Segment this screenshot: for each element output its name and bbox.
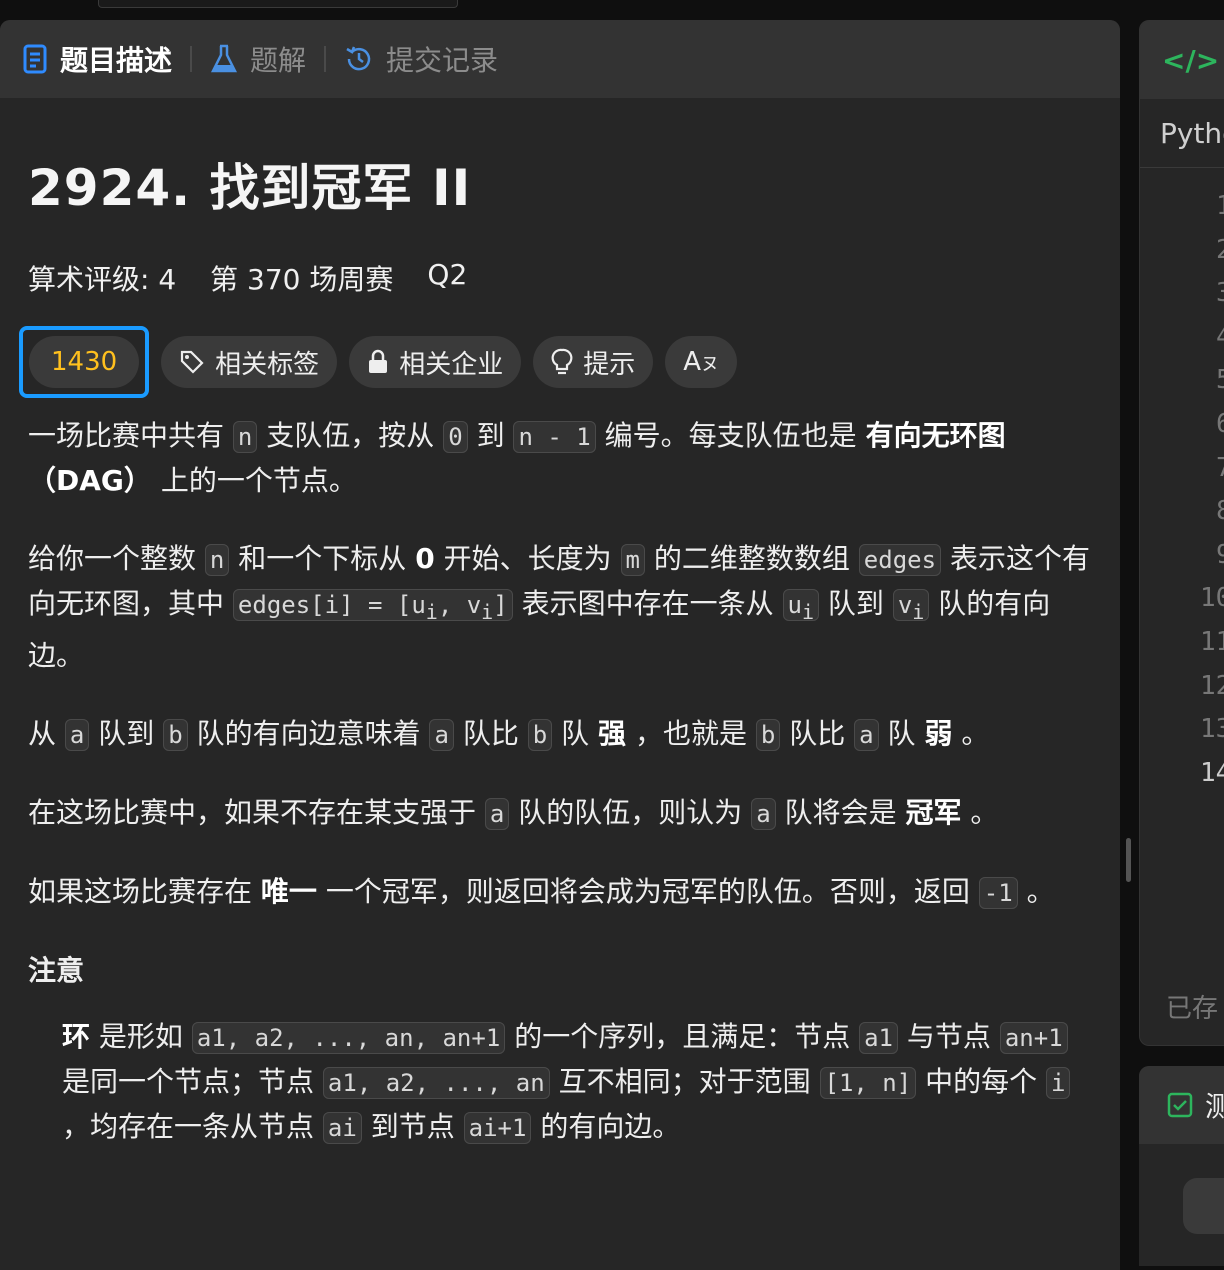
paragraph-4: 在这场比赛中，如果不存在某支强于 a 队的队伍，则认为 a 队将会是 冠军 。 — [28, 795, 999, 830]
line-number: 7 — [1140, 453, 1224, 497]
line-number: 3 — [1140, 278, 1224, 322]
note-heading: 注意 — [28, 953, 85, 987]
line-number: 9 — [1140, 540, 1224, 584]
search-bar-edge — [98, 0, 458, 8]
companies-chip[interactable]: 相关企业 — [349, 336, 522, 388]
line-numbers: 1 2 3 4 5 6 7 8 9 10 11 12 13 14 — [1140, 191, 1224, 801]
tab-description[interactable]: 题目描述 — [22, 39, 172, 79]
line-number: 4 — [1140, 322, 1224, 366]
problem-meta: 算术评级: 4 第 370 场周赛 Q2 — [28, 258, 1092, 298]
save-status: 已存 — [1166, 994, 1219, 1024]
flask-icon — [210, 44, 238, 73]
language-select[interactable]: Pytho — [1140, 99, 1224, 168]
problem-title: 2924. 找到冠军 II — [28, 159, 472, 217]
code-panel-header: </> 代 — [1140, 21, 1224, 99]
test-panel-title: 测 — [1205, 1090, 1224, 1123]
problem-panel: 题目描述 题解 提交记录 2924. 找到冠军 II 算术评级: 4 第 370… — [0, 20, 1120, 1270]
language-label: Pytho — [1160, 116, 1224, 150]
note-text: 环 是形如 a1, a2, ..., an, an+1 的一个序列，且满足：节点… — [62, 1015, 1092, 1150]
rating-label: 算术评级: 4 — [28, 263, 177, 296]
panel-resize-handle[interactable] — [1126, 838, 1131, 882]
code-panel: </> 代 Pytho 1 2 3 4 5 6 7 8 9 10 11 12 1… — [1139, 20, 1224, 1046]
lock-icon — [369, 349, 388, 373]
difficulty-chip[interactable]: 1430 — [29, 336, 140, 388]
test-panel-header: 测 — [1139, 1066, 1224, 1144]
tab-solutions[interactable]: 题解 — [210, 39, 306, 79]
line-number-current: 14 — [1200, 757, 1224, 788]
difficulty-value: 1430 — [51, 347, 118, 377]
line-number: 6 — [1140, 409, 1224, 453]
lightbulb-icon — [551, 348, 573, 375]
history-icon — [346, 46, 371, 71]
document-icon — [23, 44, 47, 74]
top-strip — [0, 0, 1224, 20]
line-number: 2 — [1140, 235, 1224, 279]
tab-submissions-label: 提交记录 — [386, 44, 499, 77]
line-number: 5 — [1140, 365, 1224, 409]
paragraph-3: 从 a 队到 b 队的有向边意味着 a 队比 b 队 强 ，也就是 b 队比 a… — [28, 716, 990, 751]
checkbox-icon — [1167, 1092, 1193, 1118]
font-size-chip[interactable]: Aヌ — [665, 336, 738, 388]
paragraph-1: 一场比赛中共有 n 支队伍，按从 0 到 n - 1 编号。每支队伍也是 有向无… — [28, 419, 1006, 497]
tab-divider — [324, 46, 327, 72]
line-number: 11 — [1200, 626, 1224, 657]
contest-label[interactable]: 第 370 场周赛 — [210, 258, 393, 298]
code-icon: </> — [1162, 43, 1220, 77]
paragraph-2: 给你一个整数 n 和一个下标从 0 开始、长度为 m 的二维整数数组 edges… — [28, 542, 1090, 672]
tab-solutions-label: 题解 — [250, 44, 307, 77]
line-number: 12 — [1200, 670, 1224, 701]
tab-submissions[interactable]: 提交记录 — [344, 39, 498, 79]
line-number: 10 — [1200, 583, 1224, 614]
tag-icon — [181, 350, 204, 374]
paragraph-5: 如果这场比赛存在 唯一 一个冠军，则返回将会成为冠军的队伍。否则，返回 -1 。 — [28, 874, 1055, 909]
question-index: Q2 — [427, 258, 468, 291]
tab-divider — [190, 46, 193, 72]
difficulty-highlight: 1430 — [19, 326, 150, 398]
tab-description-label: 题目描述 — [60, 44, 173, 77]
font-size-icon: Aヌ — [683, 347, 720, 377]
hint-label: 提示 — [583, 349, 636, 380]
hint-chip[interactable]: 提示 — [533, 336, 654, 388]
line-number: 8 — [1140, 496, 1224, 540]
companies-label: 相关企业 — [399, 349, 504, 380]
problem-content: 2924. 找到冠军 II 算术评级: 4 第 370 场周赛 Q2 1430 … — [0, 148, 1120, 1150]
tab-bar: 题目描述 题解 提交记录 — [0, 20, 1120, 98]
problem-chips: 1430 相关标签 相关企业 提示 Aヌ — [19, 326, 1092, 398]
line-number: 13 — [1200, 714, 1224, 745]
tags-chip[interactable]: 相关标签 — [161, 336, 338, 388]
line-number: 1 — [1140, 191, 1224, 235]
testcase-button[interactable] — [1183, 1178, 1224, 1234]
tags-label: 相关标签 — [215, 349, 320, 380]
test-panel: 测 — [1139, 1066, 1224, 1266]
